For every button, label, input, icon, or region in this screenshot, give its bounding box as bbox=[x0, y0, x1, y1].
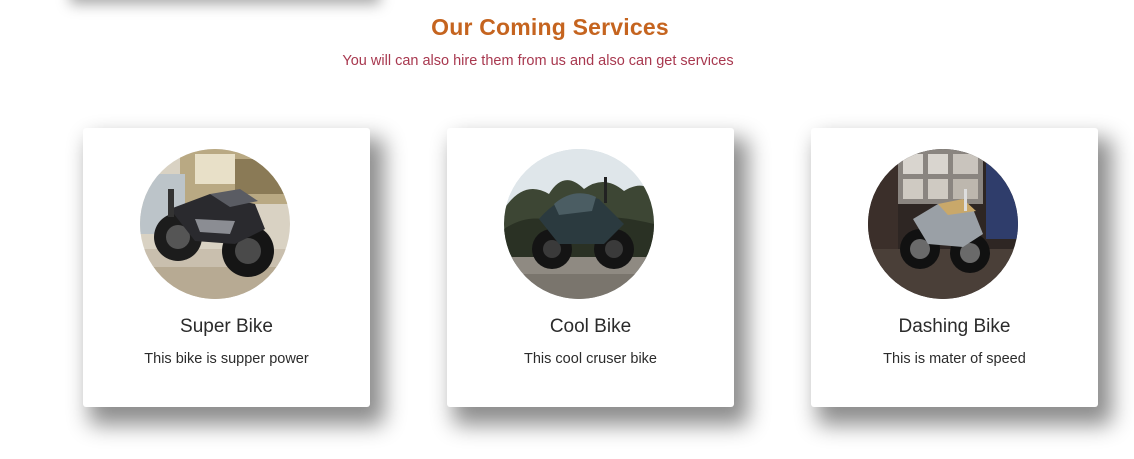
card-description: This bike is supper power bbox=[144, 351, 309, 367]
section-title: Our Coming Services bbox=[431, 14, 669, 40]
cool-bike-photo bbox=[504, 149, 654, 299]
card-title: Super Bike bbox=[180, 316, 273, 337]
services-section: Our Coming Services You will can also hi… bbox=[0, 0, 1134, 459]
service-card-cool-bike: Cool Bike This cool cruser bike bbox=[447, 128, 734, 407]
super-bike-photo bbox=[140, 149, 290, 299]
section-subtitle: You will can also hire them from us and … bbox=[342, 53, 734, 69]
card-description: This is mater of speed bbox=[883, 351, 1026, 367]
dashing-bike-photo bbox=[868, 149, 1018, 299]
service-card-super-bike: Super Bike This bike is supper power bbox=[83, 128, 370, 407]
service-card-dashing-bike: Dashing Bike This is mater of speed bbox=[811, 128, 1098, 407]
card-description: This cool cruser bike bbox=[524, 351, 657, 367]
card-title: Dashing Bike bbox=[898, 316, 1011, 337]
card-title: Cool Bike bbox=[549, 316, 632, 337]
